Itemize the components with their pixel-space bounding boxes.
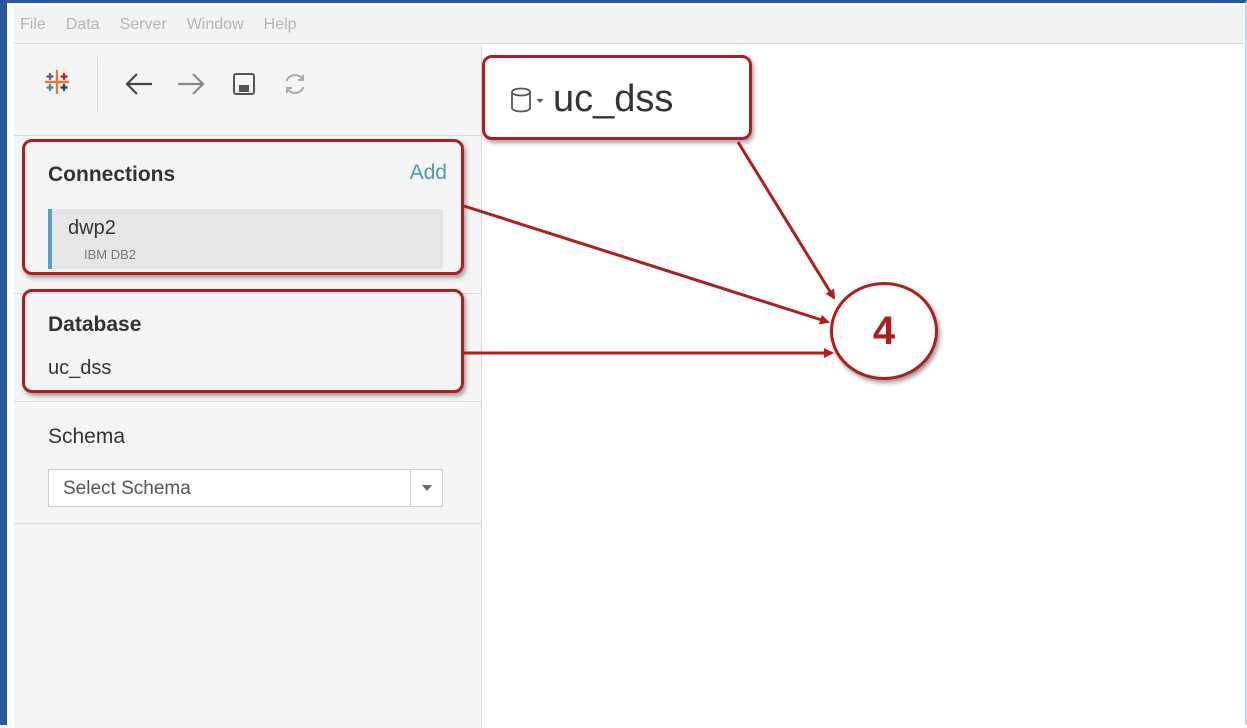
- arrow-from-title: [736, 141, 836, 300]
- arrow-from-connections: [463, 204, 830, 325]
- step-number-badge: 4: [830, 282, 938, 380]
- annotation-arrows: [463, 141, 836, 358]
